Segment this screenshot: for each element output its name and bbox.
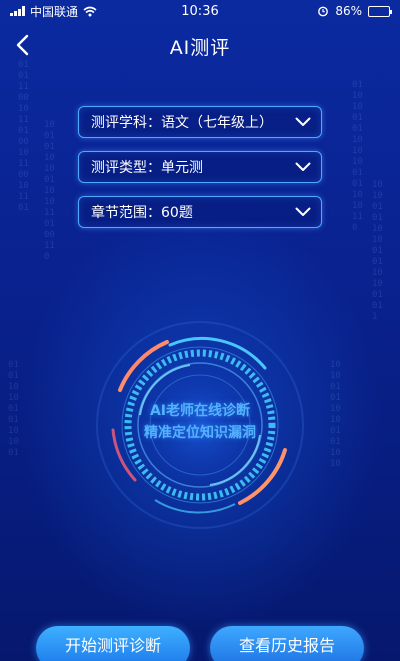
binary-rain-decoration: 10100101101001011010: [330, 360, 341, 469]
start-assessment-button[interactable]: 开始测评诊断: [36, 626, 190, 661]
scanner-caption: AI老师在线诊断 精准定位知识漏洞: [95, 400, 305, 444]
nav-bar: AI测评: [0, 22, 400, 68]
chapter-select-label: 章节范围：60题: [91, 205, 193, 221]
subject-select[interactable]: 测评学科：语文（七年级上）: [78, 106, 322, 138]
subject-select-label: 测评学科：语文（七年级上）: [91, 115, 273, 131]
wifi-icon: [83, 6, 97, 16]
clock: 10:36: [181, 3, 219, 19]
chevron-down-icon: [295, 117, 311, 126]
battery-icon: [368, 5, 392, 17]
binary-rain-decoration: 1010010110100101101001011: [372, 180, 383, 322]
binary-rain-decoration: 011010010110101001011010110: [352, 80, 363, 233]
binary-rain-decoration: 010110100101101001: [8, 360, 19, 458]
status-bar: 中国联通 10:36 86%: [0, 0, 400, 22]
ai-assessment-screen: 0101110010110100101100101101 10010110100…: [0, 0, 400, 661]
view-history-button[interactable]: 查看历史报告: [210, 626, 364, 661]
chapter-select[interactable]: 章节范围：60题: [78, 196, 322, 228]
scanner-caption-line2: 精准定位知识漏洞: [144, 425, 256, 441]
page-title: AI测评: [169, 37, 231, 59]
alarm-icon: [318, 6, 329, 17]
type-select-label: 测评类型：单元测: [91, 160, 203, 176]
type-select[interactable]: 测评类型：单元测: [78, 151, 322, 183]
chevron-down-icon: [295, 162, 311, 171]
binary-rain-decoration: 1001011010011010110100110: [44, 120, 55, 262]
chevron-down-icon: [295, 207, 311, 216]
binary-rain-decoration: 0101110010110100101100101101: [18, 60, 29, 213]
scanner-caption-line1: AI老师在线诊断: [149, 403, 251, 419]
battery-percent: 86%: [335, 4, 362, 18]
signal-icon: [10, 6, 25, 16]
carrier-name: 中国联通: [30, 4, 79, 19]
